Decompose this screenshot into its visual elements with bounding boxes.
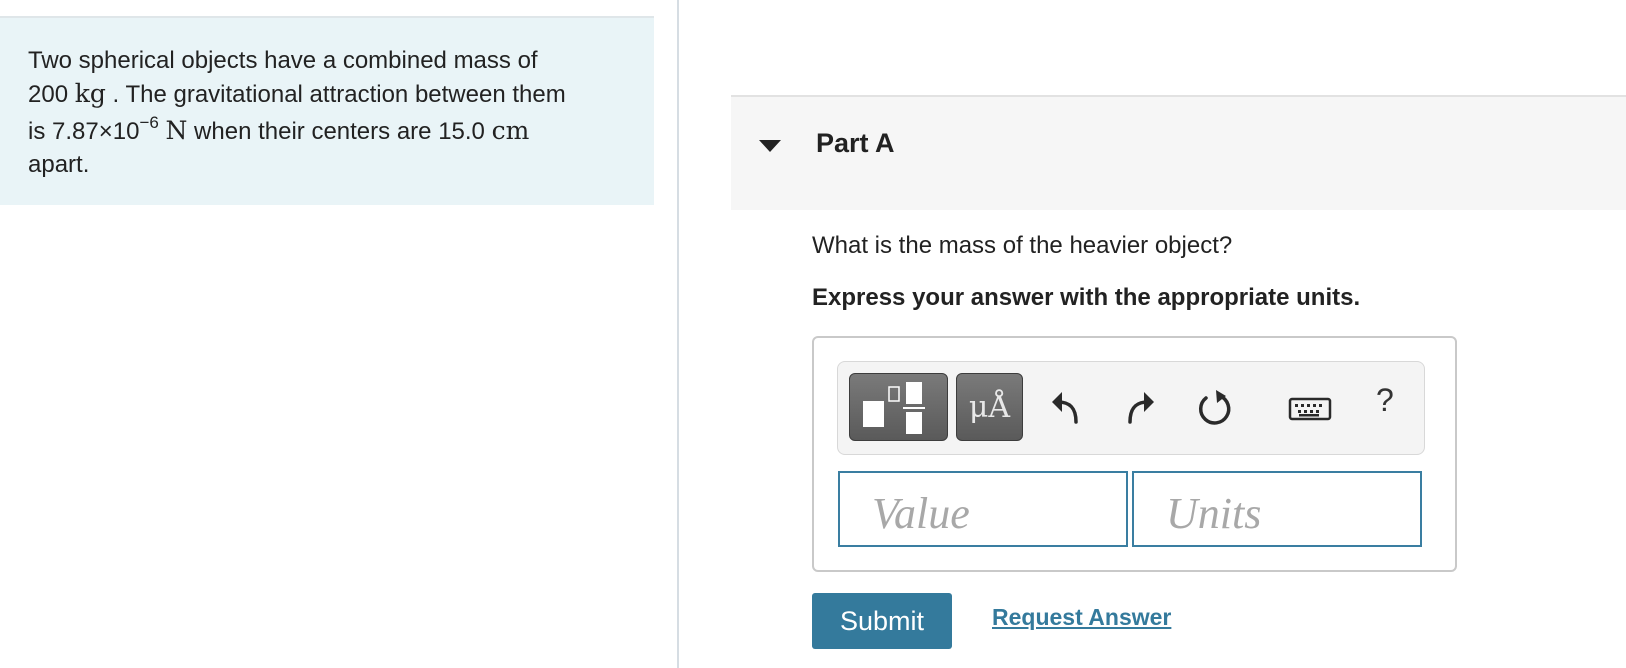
distance-unit: cm [491, 116, 530, 145]
question-text: What is the mass of the heavier object? [812, 232, 1233, 259]
templates-button[interactable] [849, 373, 948, 441]
collapse-caret-icon[interactable] [759, 140, 781, 152]
force-value: 7.87×10 [52, 118, 140, 145]
instruction-text: Express your answer with the appropriate… [812, 284, 1361, 311]
request-answer-link[interactable]: Request Answer [992, 604, 1171, 631]
math-toolbar: μÅ ? [837, 361, 1425, 455]
problem-text-4: apart. [28, 151, 90, 178]
units-input[interactable] [1132, 471, 1422, 547]
reset-icon[interactable] [1190, 380, 1238, 436]
redo-icon[interactable] [1116, 380, 1164, 436]
submit-button[interactable]: Submit [812, 593, 952, 649]
problem-line-3: is 7.87×10−6 N when their centers are 15… [28, 114, 626, 148]
part-a-header[interactable]: Part A [731, 95, 1626, 210]
problem-text-1: Two spherical objects have a combined ma… [28, 47, 538, 74]
problem-statement: Two spherical objects have a combined ma… [0, 16, 654, 205]
answer-box: μÅ ? [812, 336, 1457, 572]
problem-text-2: . The gravitational attraction between t… [112, 81, 566, 108]
force-unit: N [165, 116, 188, 145]
force-exponent: −6 [139, 113, 159, 132]
problem-line-4: apart. [28, 148, 626, 181]
units-button[interactable]: μÅ [956, 373, 1023, 441]
part-title: Part A [816, 128, 895, 158]
is-text: is [28, 118, 46, 145]
templates-icon [863, 382, 925, 434]
undo-icon[interactable] [1042, 380, 1090, 436]
keyboard-icon[interactable] [1287, 380, 1337, 436]
problem-line-2: 200 kg . The gravitational attraction be… [28, 77, 626, 111]
value-input[interactable] [838, 471, 1128, 547]
mass-value: 200 [28, 81, 69, 108]
panel-divider [677, 0, 679, 668]
help-button[interactable]: ? [1376, 382, 1394, 419]
mass-unit: kg [74, 79, 106, 108]
problem-line-1: Two spherical objects have a combined ma… [28, 44, 626, 77]
when-text: when their centers are [194, 118, 432, 145]
distance-value: 15.0 [438, 118, 485, 145]
